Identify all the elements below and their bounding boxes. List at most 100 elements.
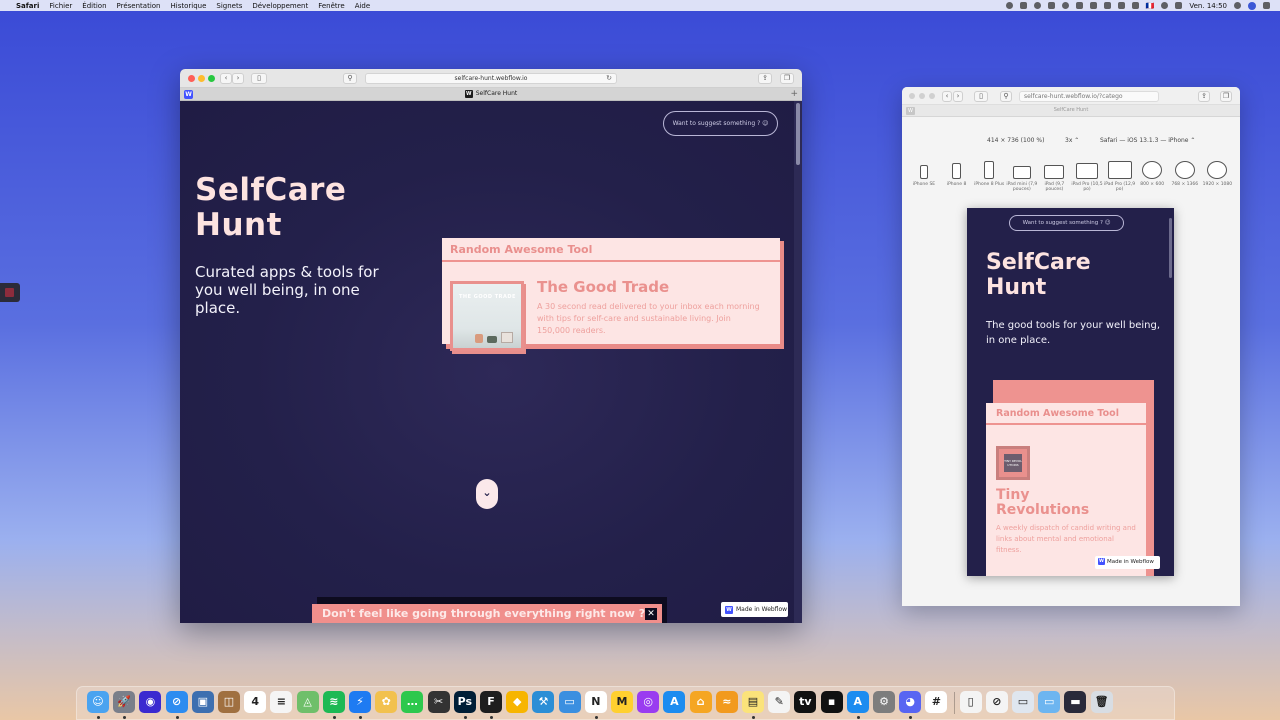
- dock-messages-icon[interactable]: …: [401, 691, 424, 713]
- dock-terminal-icon[interactable]: ▪: [820, 691, 843, 713]
- dock-safari-doc-icon[interactable]: ⊘: [985, 691, 1008, 713]
- sidebar-toggle-icon[interactable]: ▯: [251, 73, 267, 84]
- dock-siri-icon[interactable]: ◉: [139, 691, 162, 713]
- menu-fichier[interactable]: Fichier: [49, 2, 72, 10]
- dock-screen-folder-icon[interactable]: ▬: [1064, 691, 1087, 713]
- share-icon[interactable]: ⇪: [1198, 91, 1210, 102]
- dock-screenshot-icon[interactable]: ▭: [1012, 691, 1034, 713]
- device-preset-ipad-mini-7-9-pouces[interactable]: iPad mini (7,9 pouces): [1006, 159, 1038, 192]
- page-scrollbar[interactable]: [794, 101, 802, 623]
- device-preset-ipad-9-7-pouces[interactable]: iPad (9,7 pouces): [1038, 159, 1070, 192]
- dock-reminders-icon[interactable]: ≡: [270, 691, 293, 713]
- tool-thumbnail[interactable]: THE GOOD TRADE: [450, 281, 524, 351]
- dock-photos-icon[interactable]: ✿: [375, 691, 398, 713]
- banner-close-icon[interactable]: ✕: [645, 608, 657, 620]
- menubar-clock[interactable]: Ven. 14:50: [1189, 2, 1227, 10]
- battery-icon[interactable]: [1117, 2, 1125, 9]
- tool-name[interactable]: The Good Trade: [537, 278, 669, 296]
- reader-mode-icon[interactable]: ⚲: [343, 73, 357, 84]
- sidebar-toggle-icon[interactable]: ▯: [974, 91, 988, 102]
- share-icon[interactable]: ⇪: [758, 73, 772, 84]
- dock-notion-icon[interactable]: N: [584, 691, 607, 713]
- page-scrollbar[interactable]: [1169, 218, 1172, 278]
- dock-photoshop-icon[interactable]: Ps: [453, 691, 476, 713]
- close-window-button[interactable]: [909, 93, 915, 99]
- made-in-webflow-badge[interactable]: W Made in Webflow: [721, 602, 788, 617]
- address-bar[interactable]: selfcare-hunt.webflow.io/?catego: [1019, 91, 1159, 102]
- forward-button[interactable]: ›: [232, 73, 244, 84]
- status-icon-3[interactable]: [1089, 2, 1097, 9]
- notification-center-icon[interactable]: [1263, 2, 1270, 9]
- zoom-window-button[interactable]: [208, 75, 215, 82]
- random-tool-card[interactable]: Random Awesome Tool THE GOOD TRADE The G…: [442, 238, 780, 354]
- dock-notes-icon[interactable]: ▤: [742, 691, 764, 713]
- user-agent-select[interactable]: Safari — iOS 13.1.3 — iPhone ⌃: [1100, 137, 1195, 144]
- dock-launchpad-icon[interactable]: 🚀: [113, 691, 136, 713]
- dock-sketch-icon[interactable]: ◆: [506, 691, 529, 713]
- dropbox-icon[interactable]: [1075, 2, 1083, 9]
- menu-historique[interactable]: Historique: [170, 2, 206, 10]
- minimize-window-button[interactable]: [198, 75, 205, 82]
- dock-xcode-icon[interactable]: ⚒: [532, 691, 555, 713]
- dock-maps-icon[interactable]: ◬: [296, 691, 319, 713]
- command-icon[interactable]: [1019, 2, 1027, 9]
- dock-apple-tv-icon[interactable]: tv: [794, 691, 817, 713]
- dock-safari-icon[interactable]: ⊘: [165, 691, 188, 713]
- reload-icon[interactable]: ↻: [606, 74, 612, 83]
- device-preset-768-1366[interactable]: 768 × 1366: [1169, 159, 1201, 187]
- random-tool-card[interactable]: Random Awesome Tool TINY REVOL UTIONS Ti…: [986, 403, 1146, 576]
- suggest-button[interactable]: Want to suggest something ? 😉: [1009, 215, 1124, 231]
- close-window-button[interactable]: [188, 75, 195, 82]
- dock-contacts-icon[interactable]: ◫: [218, 691, 240, 713]
- dock-home-icon[interactable]: ⌂: [689, 691, 712, 713]
- bluetooth-icon[interactable]: [1047, 2, 1055, 9]
- dock-audible-icon[interactable]: ≈: [715, 691, 738, 713]
- device-preset-iphone-se[interactable]: iPhone SE: [908, 159, 940, 187]
- webflow-extension-icon[interactable]: W: [184, 90, 193, 99]
- dock-discord-icon[interactable]: ◕: [899, 691, 922, 713]
- dock-miro-icon[interactable]: M: [611, 691, 633, 713]
- dock-figma-icon[interactable]: F: [480, 691, 502, 713]
- forward-button[interactable]: ›: [953, 91, 963, 102]
- tab-title[interactable]: SelfCare Hunt: [1054, 107, 1089, 113]
- dock-calendar-icon[interactable]: 4: [244, 691, 267, 713]
- zoom-window-button[interactable]: [929, 93, 935, 99]
- tab-selfcare-hunt[interactable]: W SelfCare Hunt: [464, 89, 517, 98]
- dock-final-cut-icon[interactable]: ✂: [427, 691, 450, 713]
- pixel-ratio-select[interactable]: 3x ⌃: [1065, 137, 1079, 144]
- menu-edition[interactable]: Édition: [82, 2, 106, 10]
- dock-app-store-icon[interactable]: A: [663, 691, 686, 713]
- made-in-webflow-badge[interactable]: W Made in Webflow: [1095, 556, 1160, 569]
- dock-spotify-icon[interactable]: ≋: [322, 691, 345, 713]
- status-icon-4[interactable]: [1103, 2, 1111, 9]
- display-icon[interactable]: [1131, 2, 1139, 9]
- volume-icon[interactable]: [1175, 2, 1183, 9]
- status-icon-1[interactable]: [1005, 2, 1013, 9]
- minimize-window-button[interactable]: [919, 93, 925, 99]
- scroll-down-button[interactable]: ⌄: [476, 479, 498, 509]
- status-icon-2[interactable]: [1033, 2, 1041, 9]
- webflow-extension-icon[interactable]: W: [906, 107, 915, 115]
- device-preset-1920-1080[interactable]: 1920 × 1080: [1201, 159, 1233, 187]
- viewport-size[interactable]: 414 × 736 (100 %): [987, 137, 1044, 144]
- dock-folder-icon[interactable]: ▭: [1038, 691, 1061, 713]
- creative-cloud-icon[interactable]: [1061, 2, 1069, 9]
- dock-podcasts-icon[interactable]: ◎: [637, 691, 660, 713]
- tool-thumbnail[interactable]: TINY REVOL UTIONS: [996, 446, 1030, 480]
- scrollbar-thumb[interactable]: [796, 103, 800, 165]
- dock-document-icon[interactable]: ▯: [959, 691, 982, 713]
- device-preset-ipad-pro-12-9-po[interactable]: iPad Pro (12,9 po): [1104, 159, 1136, 192]
- dock-finder-icon[interactable]: ☺: [87, 691, 109, 713]
- new-tab-button[interactable]: +: [790, 88, 798, 100]
- menu-fenetre[interactable]: Fenêtre: [318, 2, 344, 10]
- menu-presentation[interactable]: Présentation: [117, 2, 161, 10]
- address-bar[interactable]: selfcare-hunt.webflow.io ↻: [365, 73, 617, 84]
- dock-app-store-badge-icon[interactable]: A: [846, 691, 869, 713]
- menu-app-name[interactable]: Safari: [16, 2, 39, 10]
- tabs-overview-icon[interactable]: ❐: [1220, 91, 1232, 102]
- dock-slack-icon[interactable]: #: [925, 691, 948, 713]
- dock-preview-icon[interactable]: ▣: [191, 691, 214, 713]
- device-preset-800-600[interactable]: 800 × 600: [1136, 159, 1168, 187]
- input-source-flag[interactable]: 🇫🇷: [1146, 2, 1155, 10]
- menu-developpement[interactable]: Développement: [252, 2, 308, 10]
